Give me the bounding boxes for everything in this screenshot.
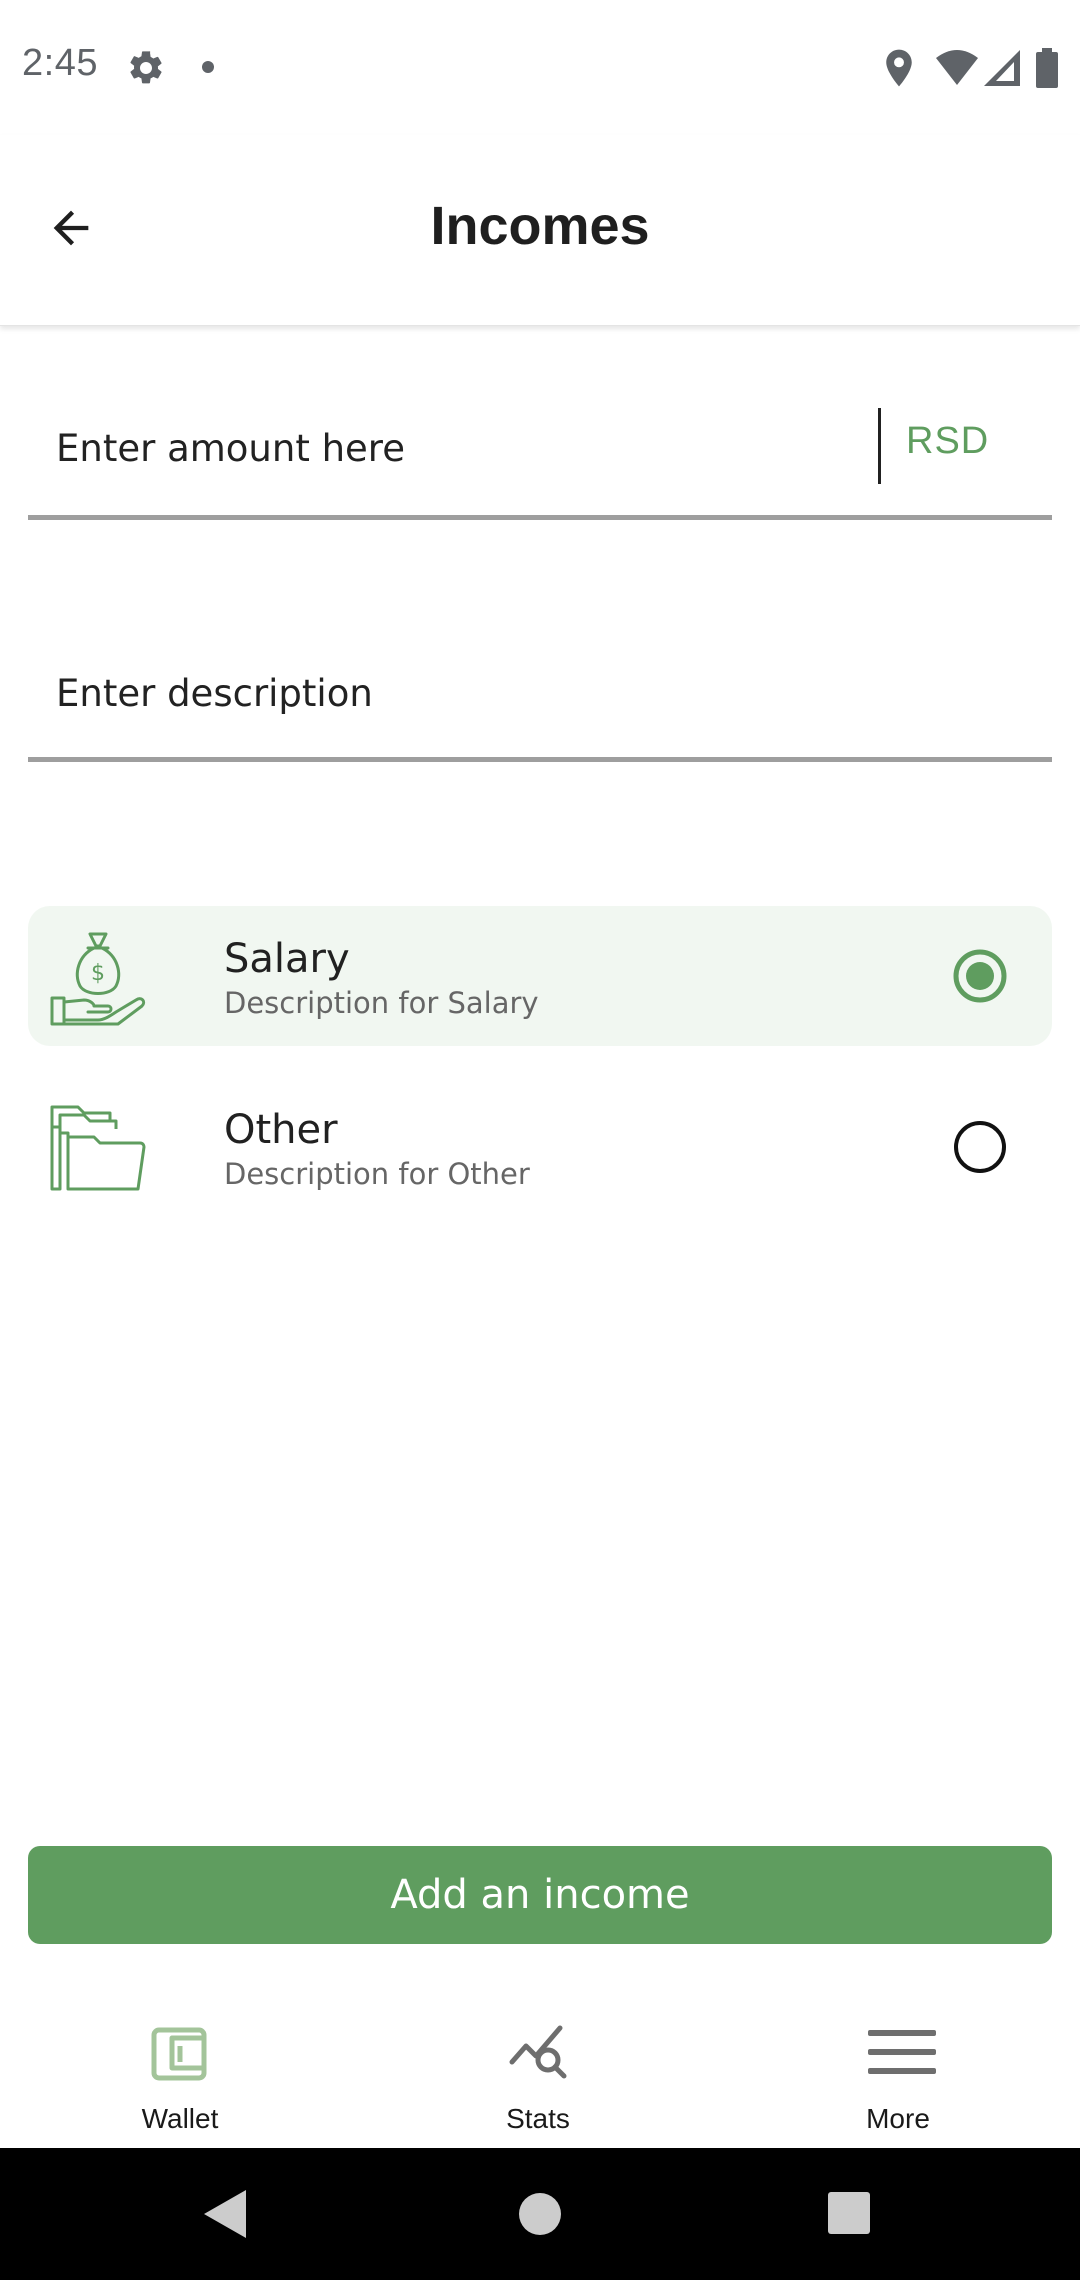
system-navigation-bar <box>0 2148 1080 2280</box>
signal-icon <box>984 50 1020 90</box>
status-time: 2:45 <box>22 42 98 84</box>
location-icon <box>882 48 916 92</box>
income-type-title: Salary <box>224 936 350 982</box>
bottom-navigation: Wallet Stats More <box>0 1990 1080 2148</box>
radio-selected-icon[interactable] <box>952 948 1008 1004</box>
amount-field: RSD <box>28 390 1052 520</box>
money-bag-hand-icon: $ <box>48 926 148 1026</box>
status-bar: 2:45 <box>0 0 1080 135</box>
income-type-title: Other <box>224 1107 338 1153</box>
system-recents-icon[interactable] <box>828 2192 872 2240</box>
app-bar: Incomes <box>0 135 1080 326</box>
back-button[interactable] <box>36 195 106 265</box>
menu-icon <box>868 2022 936 2082</box>
add-income-button[interactable]: Add an income <box>28 1846 1052 1944</box>
income-type-salary[interactable]: $ Salary Description for Salary <box>28 906 1052 1046</box>
wifi-icon <box>936 50 978 90</box>
description-input[interactable] <box>56 663 1016 723</box>
page-title: Incomes <box>430 196 650 256</box>
nav-item-more[interactable]: More <box>798 1990 998 2148</box>
system-back-icon[interactable] <box>204 2190 246 2242</box>
system-home-icon[interactable] <box>518 2192 562 2240</box>
description-field <box>28 637 1052 762</box>
gear-icon <box>126 48 166 92</box>
nav-label: Stats <box>506 2103 570 2134</box>
notification-dot-icon <box>200 59 216 79</box>
stats-icon <box>508 2022 568 2082</box>
battery-icon <box>1036 48 1058 92</box>
amount-divider <box>878 408 881 484</box>
income-type-other[interactable]: Other Description for Other <box>28 1077 1052 1217</box>
currency-label: RSD <box>906 420 990 462</box>
income-type-description: Description for Salary <box>224 986 539 1020</box>
folders-icon <box>48 1097 148 1197</box>
income-type-description: Description for Other <box>224 1157 530 1191</box>
nav-item-wallet[interactable]: Wallet <box>80 1990 280 2148</box>
svg-text:$: $ <box>91 961 105 986</box>
wallet-icon <box>150 2022 210 2082</box>
arrow-back-icon <box>45 202 97 258</box>
radio-unselected-icon[interactable] <box>952 1119 1008 1175</box>
nav-label: More <box>866 2103 930 2134</box>
nav-item-stats[interactable]: Stats <box>438 1990 638 2148</box>
nav-label: Wallet <box>141 2103 219 2134</box>
amount-input[interactable] <box>56 418 876 478</box>
